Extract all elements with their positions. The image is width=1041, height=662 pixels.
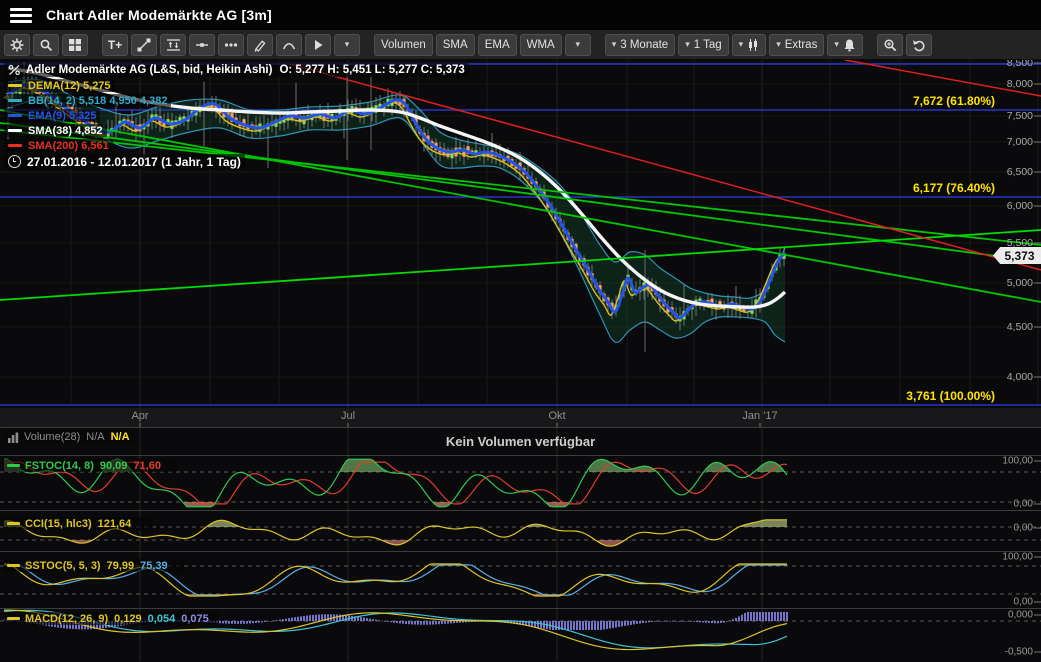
sstoc-swatch	[7, 564, 20, 567]
price-axis-label: 8,000	[1007, 78, 1033, 90]
price-axis-label: 4,000	[1007, 371, 1033, 383]
volume-label: Volume(28)	[24, 431, 80, 443]
x-axis-label: Jan '17	[742, 410, 777, 422]
price-axis-label: 4,500	[1007, 321, 1033, 333]
no-volume-message: Kein Volumen verfügbar	[0, 434, 1041, 449]
legend-row-ema[interactable]: EMA(9) 5,325	[4, 109, 100, 122]
text-tool-icon[interactable]: T+	[102, 34, 128, 56]
ema-swatch	[8, 114, 22, 117]
indicator-axis-label: 0,00	[1014, 499, 1033, 510]
chart-legend: Adler Modemärkte AG (L&S, bid, Heikin As…	[4, 63, 469, 169]
legend-row-sma200[interactable]: SMA(200) 6,561	[4, 139, 113, 152]
legend-row-sma38[interactable]: SMA(38) 4,852	[4, 124, 107, 137]
last-price-tag: 5,373	[993, 247, 1041, 264]
sma-button[interactable]: SMA	[436, 34, 475, 56]
fibonacci-label: 7,672 (61.80%)	[913, 94, 995, 108]
price-axis-label: 7,000	[1007, 136, 1033, 148]
grid-layout-icon[interactable]	[62, 34, 88, 56]
alerts-dropdown[interactable]: ▾	[827, 34, 863, 56]
indicator-axis-label: 0,00	[1014, 523, 1033, 534]
indicator-axis-label: 0,00	[1014, 597, 1033, 608]
price-axis-label: 6,500	[1007, 166, 1033, 178]
zoom-in-icon[interactable]	[877, 34, 903, 56]
more-tools-caret[interactable]: ▾	[334, 34, 360, 56]
macd-legend-row[interactable]: MACD(12, 26, 9)0,1290,0540,075	[3, 612, 219, 625]
ohlc-values: O: 5,277 H: 5,451 L: 5,277 C: 5,373	[279, 64, 464, 76]
macd-swatch	[7, 617, 20, 620]
sstoc-legend-row[interactable]: SSTOC(5, 5, 3)79,9975,39	[3, 559, 184, 572]
undo-icon[interactable]	[906, 34, 932, 56]
sma200-swatch	[8, 144, 22, 147]
fstoc-swatch	[7, 464, 20, 467]
clock-icon	[8, 155, 21, 168]
legend-row-dema[interactable]: DEMA(12) 5,275	[4, 79, 115, 92]
wma-button[interactable]: WMA	[520, 34, 562, 56]
horizontal-line-tool-icon[interactable]	[189, 34, 215, 56]
price-axis-label: 7,500	[1007, 110, 1033, 122]
cursor-tool-icon[interactable]	[305, 34, 331, 56]
gear-icon[interactable]	[4, 34, 30, 56]
title-bar: Chart Adler Modemärkte AG [3m]	[0, 0, 1041, 31]
fibonacci-label: 6,177 (76.40%)	[913, 181, 995, 195]
price-axis-label: 6,000	[1007, 200, 1033, 212]
indicator-axis-label: 0,000	[1008, 610, 1033, 621]
volume-bars-icon	[7, 432, 19, 443]
bb-swatch	[8, 99, 22, 102]
cci-swatch	[7, 522, 20, 525]
hamburger-menu-icon[interactable]	[10, 8, 32, 23]
x-axis-label: Apr	[131, 410, 148, 422]
volume-value-2: N/A	[111, 431, 130, 443]
dotted-line-tool-icon[interactable]	[218, 34, 244, 56]
x-axis-label: Okt	[548, 410, 565, 422]
ema-button[interactable]: EMA	[478, 34, 517, 56]
chart-type-candle-icon	[747, 38, 759, 52]
dema-swatch	[8, 84, 22, 87]
indicator-axis-label: -0,500	[1005, 647, 1033, 658]
interval-dropdown[interactable]: ▾1 Tag	[678, 34, 728, 56]
percent-icon	[8, 64, 21, 76]
window-title: Chart Adler Modemärkte AG [3m]	[46, 7, 272, 23]
volume-value-1: N/A	[86, 431, 104, 443]
cci-legend-row[interactable]: CCI(15, hlc3)121,64	[3, 517, 153, 530]
range-dropdown[interactable]: ▾3 Monate	[605, 34, 675, 56]
chart-type-dropdown[interactable]: ▾	[732, 34, 767, 56]
x-axis-label: Jul	[341, 410, 355, 422]
more-indicators-caret[interactable]: ▾	[565, 34, 591, 56]
price-axis-label: 5,000	[1007, 277, 1033, 289]
chart-window: Chart Adler Modemärkte AG [3m] T+	[0, 0, 1041, 662]
volume-legend-row[interactable]: Volume(28) N/A N/A	[3, 430, 134, 444]
instrument-name: Adler Modemärkte AG (L&S, bid, Heikin As…	[26, 64, 272, 76]
volumen-button[interactable]: Volumen	[374, 34, 433, 56]
fibonacci-label: 3,761 (100.00%)	[906, 389, 995, 403]
sma38-swatch	[8, 129, 22, 132]
indicator-axis-label: 100,00	[1002, 456, 1033, 467]
instrument-legend-row[interactable]: Adler Modemärkte AG (L&S, bid, Heikin As…	[4, 63, 469, 77]
fibonacci-tool-icon[interactable]	[160, 34, 186, 56]
trendline-tool-icon[interactable]	[131, 34, 157, 56]
arc-tool-icon[interactable]	[276, 34, 302, 56]
toolbar: T+ ▾ Volumen SMA EMA WMA ▾ ▾3 Monate ▾1 …	[0, 30, 1041, 60]
extras-dropdown[interactable]: ▾Extras	[769, 34, 824, 56]
pencil-tool-icon[interactable]	[247, 34, 273, 56]
search-icon[interactable]	[33, 34, 59, 56]
indicator-axis-label: 100,00	[1002, 552, 1033, 563]
bell-icon	[843, 38, 856, 52]
legend-row-range: 27.01.2016 - 12.01.2017 (1 Jahr, 1 Tag)	[4, 154, 245, 169]
fstoc-legend-row[interactable]: FSTOC(14, 8)90,0971,60	[3, 459, 177, 472]
legend-row-bb[interactable]: BB(14, 2) 5,518 4,950 4,382	[4, 94, 171, 107]
